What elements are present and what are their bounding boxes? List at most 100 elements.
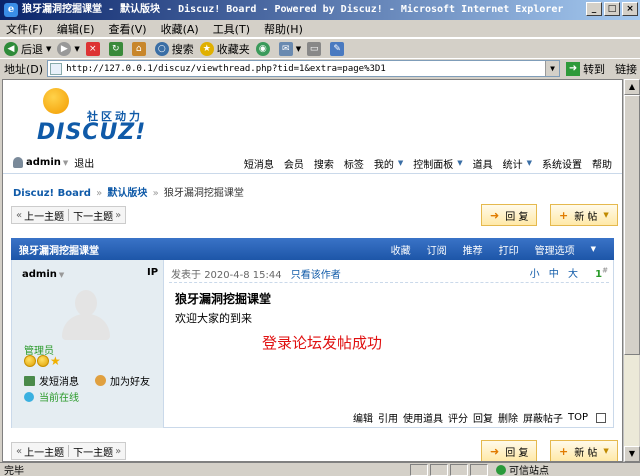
scroll-up-icon[interactable]: ▲ bbox=[624, 79, 640, 95]
next-thread-link[interactable]: 下一主题 bbox=[73, 208, 113, 223]
author-name[interactable]: admin ▼ bbox=[22, 269, 64, 280]
thread-manage[interactable]: 管理选项 bbox=[535, 242, 575, 257]
menu-favorites[interactable]: 收藏(A) bbox=[161, 21, 199, 37]
breadcrumb-forum[interactable]: 默认版块 bbox=[107, 188, 147, 199]
status-cell bbox=[450, 463, 468, 476]
thread-title: 狼牙漏洞挖掘课堂 bbox=[19, 245, 99, 257]
go-button[interactable]: ➜ 转到 bbox=[566, 61, 605, 77]
thread-pager-top: « 上一主题 下一主题 » bbox=[11, 206, 127, 224]
reply-button[interactable]: ➜ 回 复 bbox=[481, 204, 538, 226]
post-top[interactable]: TOP bbox=[568, 412, 588, 423]
chevron-down-icon[interactable]: ▼ bbox=[527, 159, 532, 167]
window-title: 狼牙漏洞挖掘课堂 - 默认版块 - Discuz! Board - Powere… bbox=[22, 4, 564, 15]
thread-favorite[interactable]: 收藏 bbox=[391, 242, 411, 257]
chevron-down-icon[interactable]: ▼ bbox=[63, 159, 68, 167]
post-edit[interactable]: 编辑 bbox=[353, 410, 373, 425]
nav-tools[interactable]: 道具 bbox=[473, 156, 493, 171]
thread-subscribe[interactable]: 订阅 bbox=[427, 242, 447, 257]
prev-thread-link[interactable]: 上一主题 bbox=[24, 444, 64, 459]
close-button[interactable]: × bbox=[622, 2, 638, 16]
post-time: 2020-4-8 15:44 bbox=[204, 270, 282, 281]
new-thread-button[interactable]: + 新 帖 ▼ bbox=[550, 440, 618, 461]
post: admin ▼ IP 管理员 ★ 发短消息 加为好友 当前在线 发表于 2020… bbox=[11, 260, 614, 428]
font-medium[interactable]: 中 bbox=[549, 269, 559, 280]
scroll-thumb[interactable] bbox=[624, 95, 640, 355]
print-button[interactable]: ▭ bbox=[307, 41, 324, 56]
next-thread-link[interactable]: 下一主题 bbox=[73, 444, 113, 459]
menu-help[interactable]: 帮助(H) bbox=[264, 21, 303, 37]
stop-icon: × bbox=[85, 41, 100, 56]
menu-view[interactable]: 查看(V) bbox=[108, 21, 146, 37]
online-icon bbox=[24, 391, 34, 402]
user-name[interactable]: admin bbox=[26, 157, 61, 168]
breadcrumb-home[interactable]: Discuz! Board bbox=[13, 188, 91, 199]
refresh-button[interactable]: ↻ bbox=[108, 41, 126, 56]
stop-button[interactable]: × bbox=[85, 41, 103, 56]
nav-settings[interactable]: 系统设置 bbox=[542, 156, 582, 171]
thread-header: 狼牙漏洞挖掘课堂 收藏 订阅 推荐 打印 管理选项 ▼ bbox=[11, 238, 614, 260]
home-button[interactable]: ⌂ bbox=[131, 41, 149, 56]
vertical-scrollbar[interactable]: ▲ ▼ bbox=[623, 79, 640, 462]
post-delete[interactable]: 删除 bbox=[498, 410, 518, 425]
chevron-down-icon[interactable]: ▼ bbox=[545, 61, 560, 76]
address-input[interactable]: http://127.0.0.1/discuz/viewthread.php?t… bbox=[47, 60, 561, 77]
nav-my[interactable]: 我的 bbox=[374, 156, 394, 171]
menu-file[interactable]: 文件(F) bbox=[6, 21, 43, 37]
chevron-down-icon[interactable]: ▼ bbox=[457, 159, 462, 167]
nav-stats[interactable]: 统计 bbox=[503, 156, 523, 171]
search-icon: ○ bbox=[154, 41, 169, 56]
maximize-button[interactable]: □ bbox=[604, 2, 620, 16]
search-button[interactable]: ○ 搜索 bbox=[154, 41, 194, 57]
chevron-down-icon[interactable]: ▼ bbox=[591, 245, 596, 253]
send-pm-link[interactable]: 发短消息 bbox=[39, 373, 79, 388]
scroll-down-icon[interactable]: ▼ bbox=[624, 446, 640, 462]
chevron-down-icon: ▼ bbox=[74, 44, 80, 53]
mail-button[interactable]: ✉ ▼ bbox=[278, 41, 301, 56]
logout-link[interactable]: 退出 bbox=[74, 155, 94, 170]
edit-icon: ✎ bbox=[330, 41, 345, 56]
back-button[interactable]: ◀ 后退 ▼ bbox=[4, 41, 51, 57]
media-icon: ◉ bbox=[255, 41, 270, 56]
only-author-link[interactable]: 只看该作者 bbox=[291, 270, 341, 281]
post-rate[interactable]: 评分 bbox=[448, 410, 468, 425]
font-large[interactable]: 大 bbox=[568, 269, 578, 280]
edit-button[interactable]: ✎ bbox=[330, 41, 347, 56]
post-block[interactable]: 屏蔽帖子 bbox=[523, 410, 563, 425]
nav-search[interactable]: 搜索 bbox=[314, 156, 334, 171]
new-thread-button[interactable]: + 新 帖 ▼ bbox=[550, 204, 618, 226]
nav-pm[interactable]: 短消息 bbox=[244, 156, 274, 171]
nav-help[interactable]: 帮助 bbox=[592, 156, 612, 171]
nav-tags[interactable]: 标签 bbox=[344, 156, 364, 171]
status-cell bbox=[430, 463, 448, 476]
nav-control-panel[interactable]: 控制面板 bbox=[413, 156, 453, 171]
forward-button[interactable]: ▶ ▼ bbox=[57, 41, 80, 56]
menu-tools[interactable]: 工具(T) bbox=[213, 21, 250, 37]
nav-members[interactable]: 会员 bbox=[284, 156, 304, 171]
thread-print[interactable]: 打印 bbox=[499, 242, 519, 257]
post-use-tool[interactable]: 使用道具 bbox=[403, 410, 443, 425]
prev-thread-link[interactable]: 上一主题 bbox=[24, 208, 64, 223]
next-arrow-icon: » bbox=[115, 445, 122, 457]
browser-toolbar: ◀ 后退 ▼ ▶ ▼ × ↻ ⌂ ○ 搜索 ★ 收藏夹 ◉ ✉ ▼ ▭ ✎ bbox=[0, 38, 640, 58]
minimize-button[interactable]: _ bbox=[586, 2, 602, 16]
floor-number[interactable]: 1# bbox=[589, 267, 608, 280]
add-friend-link[interactable]: 加为好友 bbox=[110, 373, 150, 388]
favorites-button[interactable]: ★ 收藏夹 bbox=[199, 41, 250, 57]
security-zone: 可信站点 bbox=[496, 462, 549, 476]
breadcrumb-thread: 狼牙漏洞挖掘课堂 bbox=[163, 188, 244, 199]
chevron-down-icon[interactable]: ▼ bbox=[398, 159, 403, 167]
post-select-checkbox[interactable] bbox=[596, 412, 606, 423]
post-body: 欢迎大家的到来 bbox=[175, 312, 252, 325]
author-ip[interactable]: IP bbox=[147, 267, 158, 278]
font-small[interactable]: 小 bbox=[530, 269, 540, 280]
site-logo[interactable]: 社区动力 DISCUZ! bbox=[33, 86, 153, 148]
links-button[interactable]: 链接 bbox=[615, 61, 637, 77]
post-quote[interactable]: 引用 bbox=[378, 410, 398, 425]
thread-recommend[interactable]: 推荐 bbox=[463, 242, 483, 257]
post-reply[interactable]: 回复 bbox=[473, 410, 493, 425]
media-button[interactable]: ◉ bbox=[255, 41, 273, 56]
reply-button[interactable]: ➜ 回 复 bbox=[481, 440, 538, 461]
menu-edit[interactable]: 编辑(E) bbox=[57, 21, 95, 37]
chevron-down-icon: ▼ bbox=[58, 271, 65, 279]
breadcrumb-sep: » bbox=[96, 188, 103, 199]
